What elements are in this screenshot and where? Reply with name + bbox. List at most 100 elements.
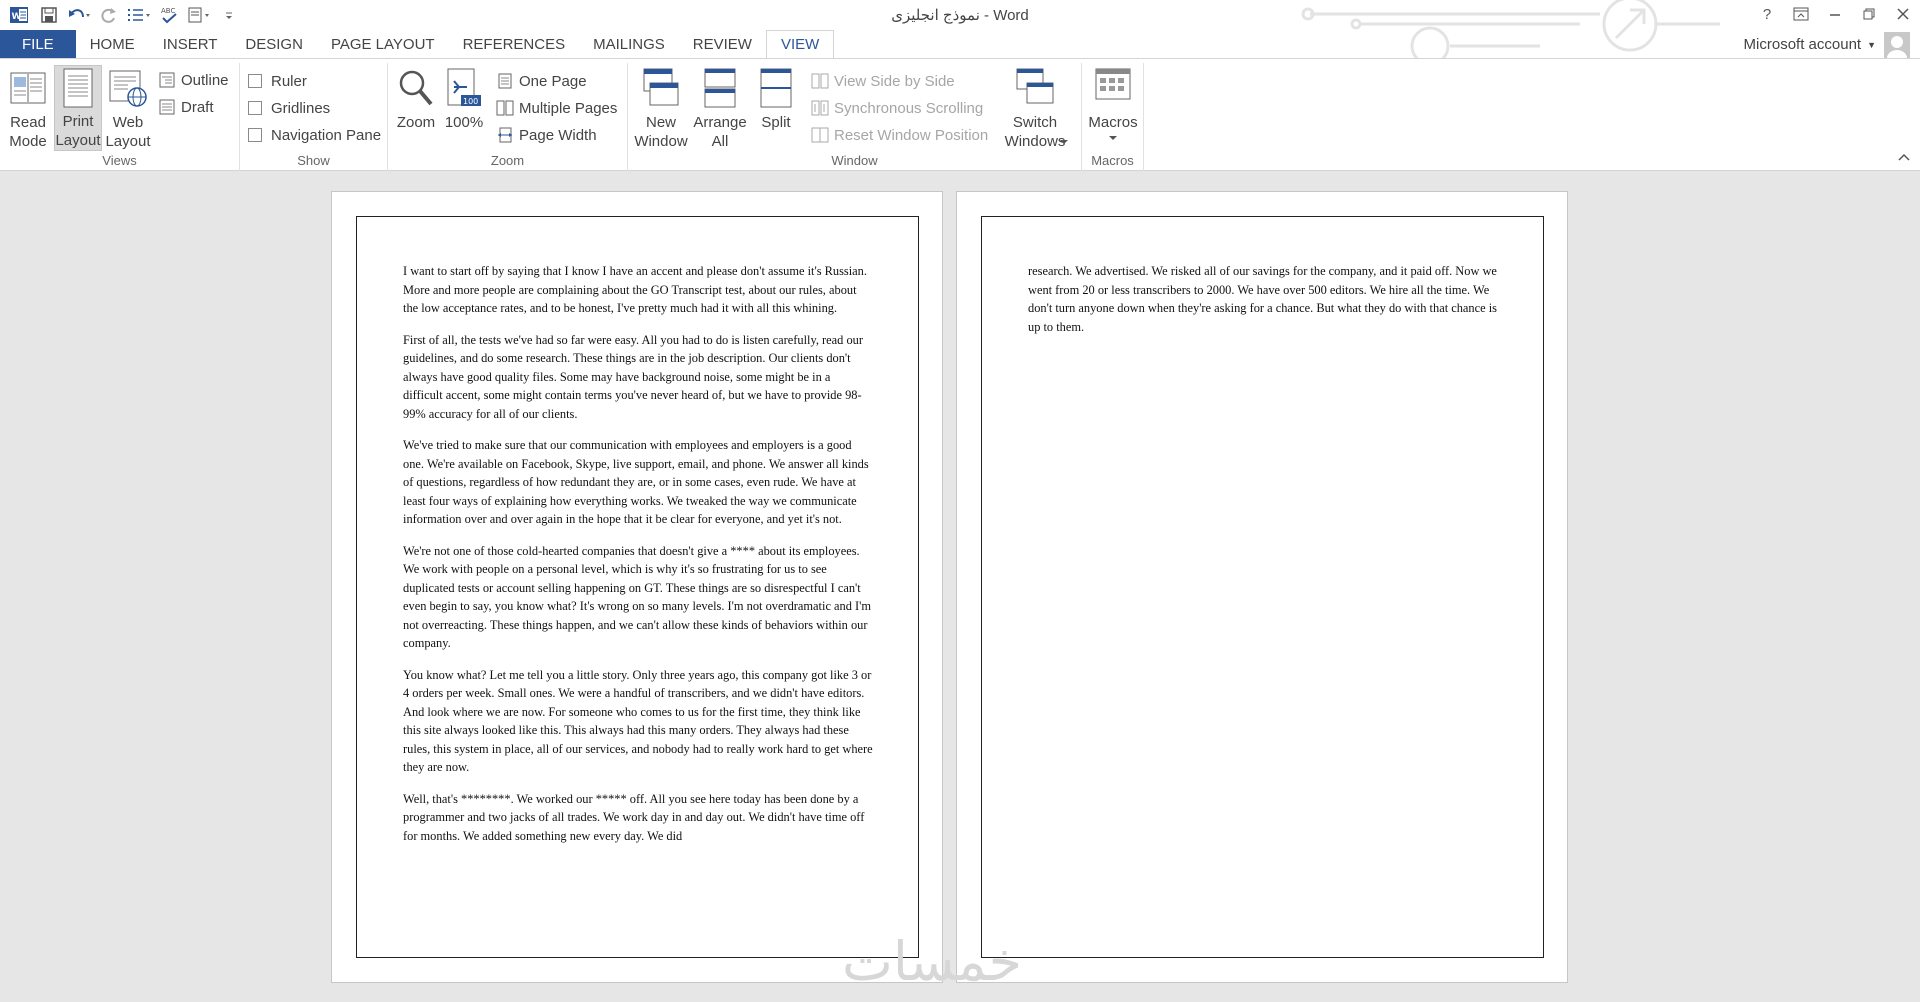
outline-icon [159, 72, 175, 88]
synchronous-scrolling-label: Synchronous Scrolling [834, 99, 984, 117]
window-group-label: Window [831, 153, 878, 168]
paragraph[interactable]: First of all, the tests we've had so far… [403, 331, 873, 424]
help-icon: ? [1762, 5, 1772, 23]
outline-button[interactable]: Outline [158, 69, 229, 91]
minimize-button[interactable] [1818, 0, 1852, 28]
collapse-ribbon-button[interactable] [1898, 150, 1910, 164]
tab-insert[interactable]: INSERT [149, 30, 232, 59]
read-mode-label: Read Mode [9, 114, 47, 150]
split-label: Split [761, 114, 791, 131]
minimize-icon [1830, 14, 1840, 16]
zoom-group-label: Zoom [490, 153, 525, 168]
arrange-all-label: Arrange All [693, 114, 747, 150]
ruler-checkbox[interactable]: Ruler [248, 70, 307, 92]
page-2-text[interactable]: research. We advertised. We risked all o… [1028, 262, 1498, 349]
reset-window-position-button[interactable]: Reset Window Position [811, 124, 988, 146]
page-width-icon [498, 127, 512, 143]
restore-icon [1863, 8, 1875, 20]
paragraph[interactable]: We're not one of those cold-hearted comp… [403, 542, 873, 653]
switch-windows-button[interactable]: Switch Windows [1000, 65, 1070, 151]
title-bar: W ABC نموذج انجليزى - Word ? [0, 0, 1920, 60]
paragraph[interactable]: Well, that's ********. We worked our ***… [403, 790, 873, 846]
help-button[interactable]: ? [1750, 0, 1784, 28]
arrange-all-button[interactable]: Arrange All [690, 65, 750, 151]
view-side-by-side-button[interactable]: View Side by Side [811, 70, 955, 92]
navigation-pane-checkbox[interactable]: Navigation Pane [248, 124, 381, 146]
switch-windows-label: Switch Windows [1004, 114, 1066, 150]
page-1-text[interactable]: I want to start off by saying that I kno… [403, 262, 873, 858]
zoom-100-button[interactable]: 100 100% [442, 65, 486, 132]
paragraph[interactable]: research. We advertised. We risked all o… [1028, 262, 1498, 336]
macros-dropdown-icon [1109, 136, 1117, 140]
tab-home[interactable]: HOME [76, 30, 149, 59]
tab-view[interactable]: VIEW [765, 30, 835, 59]
account-dropdown-icon: ▼ [1867, 39, 1876, 50]
ruler-label: Ruler [271, 72, 307, 90]
show-group: Ruler Gridlines Navigation Pane Show [240, 63, 388, 171]
macros-button[interactable]: Macros [1088, 65, 1138, 141]
tab-file[interactable]: FILE [0, 30, 76, 59]
account-menu[interactable]: Microsoft account ▼ [1744, 30, 1910, 59]
ribbon-display-options-button[interactable] [1784, 0, 1818, 28]
navigation-pane-check [248, 128, 262, 142]
zoom-button[interactable]: Zoom [393, 65, 439, 132]
view-side-by-side-label: View Side by Side [834, 72, 955, 90]
page-1[interactable]: I want to start off by saying that I kno… [331, 191, 943, 983]
tab-design[interactable]: DESIGN [231, 30, 317, 59]
page-width-button[interactable]: Page Width [496, 124, 597, 146]
split-icon [760, 68, 792, 108]
ribbon: Read Mode Print Layout Web Layout Outlin… [0, 58, 1920, 171]
macros-label: Macros [1088, 114, 1138, 131]
zoom-label: Zoom [396, 114, 436, 131]
tab-review[interactable]: REVIEW [679, 30, 766, 59]
draft-label: Draft [181, 98, 214, 116]
web-layout-button[interactable]: Web Layout [104, 65, 152, 151]
reset-window-icon [811, 127, 829, 143]
ribbon-tabs: FILE HOME INSERT DESIGN PAGE LAYOUT REFE… [0, 30, 1920, 59]
multiple-pages-icon [496, 100, 514, 116]
window-title: نموذج انجليزى - Word [891, 7, 1029, 24]
arrange-all-icon [704, 68, 736, 108]
gridlines-checkbox[interactable]: Gridlines [248, 97, 330, 119]
page-width-label: Page Width [519, 126, 597, 144]
magnifier-icon [399, 70, 433, 106]
web-layout-icon [109, 70, 147, 107]
tab-page-layout[interactable]: PAGE LAYOUT [317, 30, 449, 59]
multiple-pages-label: Multiple Pages [519, 99, 618, 117]
macros-group: Macros Macros [1082, 63, 1144, 171]
window-controls: ? [1750, 0, 1920, 28]
gridlines-check [248, 101, 262, 115]
split-button[interactable]: Split [752, 65, 800, 132]
side-by-side-icon [811, 73, 829, 89]
draft-button[interactable]: Draft [158, 96, 214, 118]
new-window-icon [643, 68, 679, 106]
zoom-100-badge: 100 [463, 97, 478, 106]
close-button[interactable] [1886, 0, 1920, 28]
tab-mailings[interactable]: MAILINGS [579, 30, 679, 59]
zoom-100-icon: 100 [447, 68, 481, 106]
multiple-pages-button[interactable]: Multiple Pages [496, 97, 617, 119]
tab-references[interactable]: REFERENCES [449, 30, 580, 59]
page-2[interactable]: research. We advertised. We risked all o… [956, 191, 1568, 983]
read-mode-button[interactable]: Read Mode [5, 65, 51, 151]
print-layout-label: Print Layout [55, 113, 101, 149]
views-group-label: Views [102, 153, 137, 168]
restore-button[interactable] [1852, 0, 1886, 28]
ruler-check [248, 74, 262, 88]
print-layout-icon [63, 68, 93, 108]
switch-windows-dropdown-icon [1060, 140, 1068, 144]
synchronous-scrolling-button[interactable]: Synchronous Scrolling [811, 97, 983, 119]
zoom-group: Zoom 100 100% One Page Multiple Pages Pa… [388, 63, 628, 171]
one-page-icon [498, 73, 512, 89]
paragraph[interactable]: We've tried to make sure that our commun… [403, 436, 873, 529]
views-group: Read Mode Print Layout Web Layout Outlin… [0, 63, 240, 171]
one-page-button[interactable]: One Page [496, 70, 587, 92]
paragraph[interactable]: I want to start off by saying that I kno… [403, 262, 873, 318]
print-layout-button[interactable]: Print Layout [54, 65, 102, 151]
new-window-button[interactable]: New Window [632, 65, 690, 151]
web-layout-label: Web Layout [105, 114, 151, 150]
window-group: New Window Arrange All Split View Side b… [628, 63, 1082, 171]
paragraph[interactable]: You know what? Let me tell you a little … [403, 666, 873, 777]
gridlines-label: Gridlines [271, 99, 331, 117]
outline-label: Outline [181, 71, 229, 89]
